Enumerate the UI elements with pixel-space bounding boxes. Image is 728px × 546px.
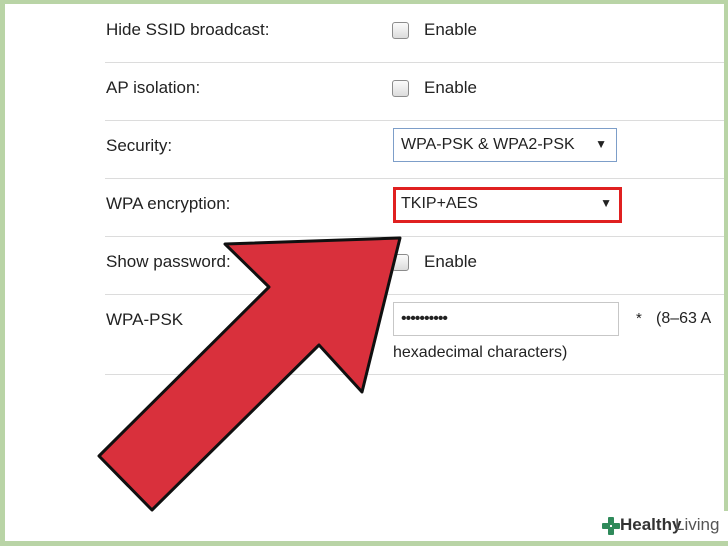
brand-name-bold: Healthy [620, 515, 682, 534]
healthy-living-plus-icon [602, 517, 620, 535]
red-pointer-arrow-icon [97, 236, 402, 512]
healthy-living-watermark: Healthy Living [596, 511, 728, 541]
brand-name-light: Living [675, 515, 720, 534]
arrow-shape [97, 236, 402, 512]
